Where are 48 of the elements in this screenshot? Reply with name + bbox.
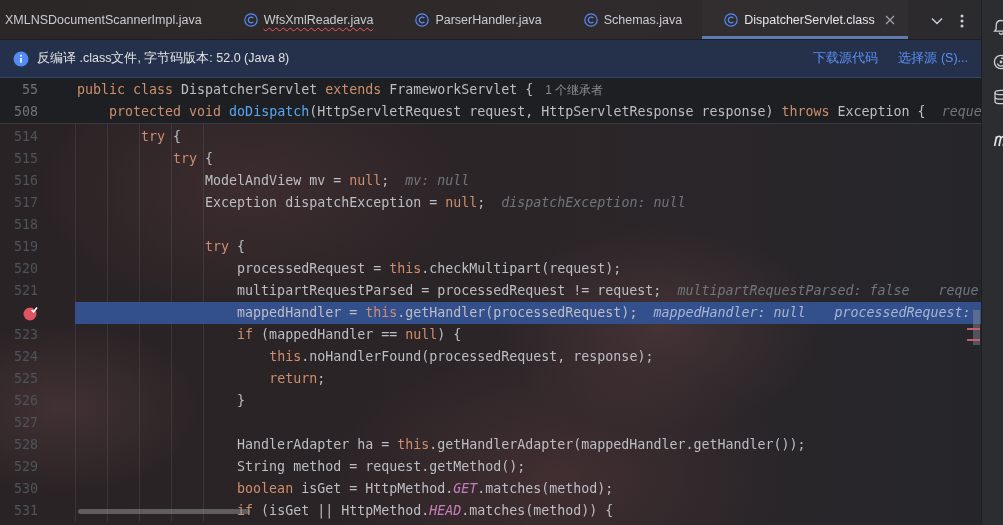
line-number: 508 (13, 103, 38, 121)
banner-link[interactable]: 下载源代码 (813, 50, 879, 67)
code-line: try { (141, 128, 182, 146)
code-line: try { (205, 238, 246, 256)
code-line: } (237, 392, 246, 410)
editor-tab[interactable]: XMLNSDocumentScannerImpl.java (0, 0, 222, 39)
code-line: public class DispatcherServlet extends FrameworkServlet { (77, 81, 534, 99)
c-circle-icon (243, 12, 258, 27)
code-line: this.noHandlerFound(processedRequest, response); (269, 348, 654, 366)
banner-link[interactable]: 选择源 (S)... (898, 50, 968, 67)
c-circle-icon (583, 12, 598, 27)
inlay-hint: reque (941, 103, 981, 121)
inlay-hint: mappedHandler: null (653, 304, 806, 322)
close-icon[interactable] (884, 14, 895, 25)
code-line: multipartRequestParsed = processedRequest != request; (237, 282, 662, 300)
editor-tab[interactable]: DispatcherServlet.class (702, 0, 908, 39)
chevron-down-icon[interactable] (931, 16, 943, 25)
c-circle-icon (724, 12, 739, 27)
inlay-hint: mv: null (405, 172, 470, 190)
code-line: mappedHandler = this.getHandler(processedRequest); (237, 304, 638, 322)
code-line: Exception dispatchException = null; (205, 194, 486, 212)
inlay-hint: reque (938, 282, 979, 300)
code-line: if (isGet || HttpMethod.HEAD.matches(method)) { (237, 502, 614, 521)
inlay-hint: multipartRequestParsed: false (677, 282, 910, 300)
code-line: if (mappedHandler == null) { (237, 326, 462, 344)
code-line: protected void doDispatch(HttpServletRequest request, HttpServletResponse response) throws Exception { (109, 103, 926, 121)
code-line: processedRequest = this.checkMultipart(request); (237, 260, 622, 278)
editor-tab[interactable]: ParserHandler.java (393, 0, 562, 39)
breakpoint-icon[interactable] (23, 305, 38, 321)
c-circle-icon (415, 12, 430, 27)
editor-tab[interactable]: Schemas.java (561, 0, 703, 39)
code-line: try { (173, 150, 214, 168)
code-line: ModelAndView mv = null; (205, 172, 390, 190)
inlay-hint: dispatchException: null (501, 194, 686, 212)
code-line: return; (269, 370, 326, 388)
info-icon (13, 50, 29, 67)
spiral-icon[interactable] (993, 54, 1003, 70)
database-icon[interactable] (993, 89, 1003, 105)
line-number: 55 (22, 81, 38, 99)
editor-tab[interactable]: WfsXmlReader.java (221, 0, 394, 39)
bell-icon[interactable] (993, 19, 1003, 35)
code-line: String method = request.getMethod(); (237, 458, 526, 476)
more-icon[interactable] (960, 13, 964, 28)
code-vision-hint[interactable]: 1 个继承者 (545, 79, 604, 101)
code-line: HandlerAdapter ha = this.getHandlerAdapter(mappedHandler.getHandler()); (237, 436, 806, 454)
code-line: boolean isGet = HttpMethod.GET.matches(method); (237, 480, 614, 498)
inlay-hint: processedRequest: (834, 304, 971, 322)
info-message: 反编译 .class文件, 字节码版本: 52.0 (Java 8) (37, 50, 290, 67)
